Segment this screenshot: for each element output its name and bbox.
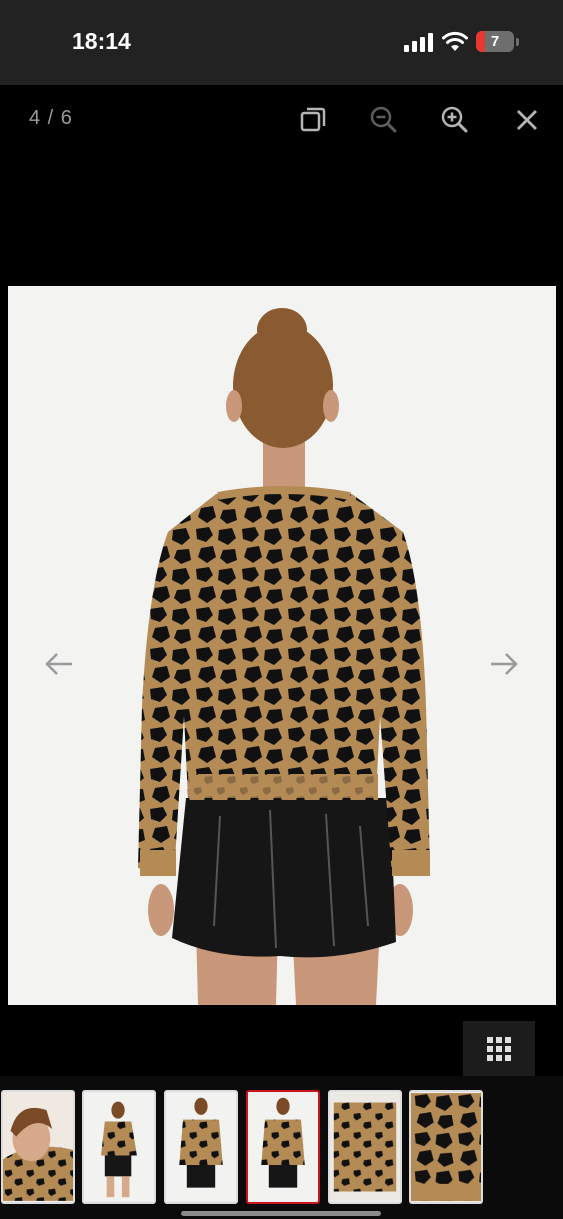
thumbnail-3[interactable] [164, 1090, 238, 1204]
thumbnail-5[interactable] [328, 1090, 402, 1204]
next-image-button[interactable] [487, 647, 521, 681]
arrow-left-icon [45, 653, 72, 675]
grid-view-button[interactable] [463, 1021, 535, 1076]
image-counter: 4 / 6 [29, 107, 73, 129]
battery-icon: 7 [476, 31, 514, 52]
thumbnail-image [248, 1093, 318, 1201]
battery-nub [516, 38, 519, 46]
arrow-right-icon [491, 653, 518, 675]
grid-icon [487, 1037, 511, 1061]
image-stage [0, 155, 563, 1023]
thumbnail-2[interactable] [82, 1090, 156, 1204]
thumbnail-4-active[interactable] [246, 1090, 320, 1204]
model-back-view-image [138, 308, 430, 1005]
viewer-toolbar: 4 / 6 [0, 85, 563, 155]
thumbnail-image [411, 1093, 481, 1201]
zoom-in-button[interactable] [437, 102, 473, 138]
thumbnail-6[interactable] [409, 1090, 483, 1204]
thumbnail-strip[interactable] [0, 1076, 563, 1219]
battery-level: 7 [490, 33, 500, 50]
fullscreen-button[interactable] [295, 102, 331, 138]
close-icon [517, 110, 537, 130]
zoom-in-icon [441, 106, 468, 133]
thumbnail-image [330, 1093, 400, 1201]
close-button[interactable] [509, 102, 545, 138]
status-time: 18:14 [72, 28, 131, 54]
previous-image-button[interactable] [42, 647, 76, 681]
signal-icon [404, 32, 434, 52]
thumbnail-image [3, 1093, 73, 1201]
wifi-icon [441, 30, 469, 52]
thumbnail-image [166, 1093, 236, 1201]
zoom-out-icon [370, 106, 397, 133]
thumbnail-image [84, 1093, 154, 1201]
scroll-indicator [181, 1211, 381, 1216]
fullscreen-icon [300, 107, 326, 132]
zoom-out-button[interactable] [366, 102, 402, 138]
product-photo[interactable] [8, 286, 556, 1005]
status-bar: 18:14 7 [0, 0, 563, 85]
thumbnail-1[interactable] [1, 1090, 75, 1204]
